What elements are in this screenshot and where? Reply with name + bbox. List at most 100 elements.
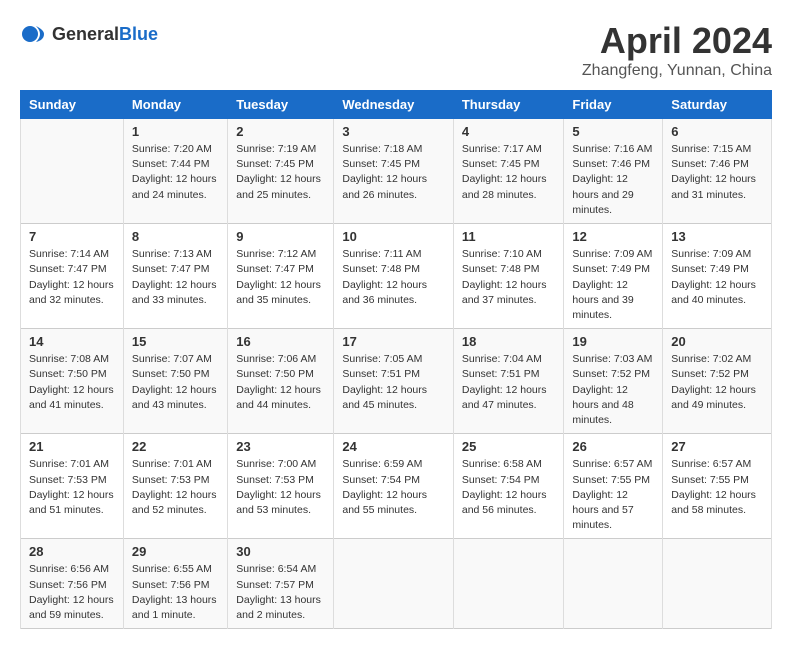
day-number: 8 — [132, 229, 219, 244]
calendar-cell: 21 Sunrise: 7:01 AMSunset: 7:53 PMDayligh… — [21, 434, 124, 539]
day-detail: Sunrise: 7:10 AMSunset: 7:48 PMDaylight:… — [462, 247, 556, 308]
title-area: April 2024 Zhangfeng, Yunnan, China — [582, 20, 772, 80]
day-number: 24 — [342, 439, 445, 454]
day-detail: Sunrise: 6:58 AMSunset: 7:54 PMDaylight:… — [462, 457, 556, 518]
day-detail: Sunrise: 7:08 AMSunset: 7:50 PMDaylight:… — [29, 352, 115, 413]
day-number: 18 — [462, 334, 556, 349]
day-detail: Sunrise: 7:15 AMSunset: 7:46 PMDaylight:… — [671, 142, 763, 203]
calendar-cell: 15 Sunrise: 7:07 AMSunset: 7:50 PMDayligh… — [123, 329, 227, 434]
day-number: 21 — [29, 439, 115, 454]
calendar-cell: 13Sunrise: 7:09 AMSunset: 7:49 PMDayligh… — [663, 224, 772, 329]
day-detail: Sunrise: 7:12 AMSunset: 7:47 PMDaylight:… — [236, 247, 325, 308]
week-row-2: 14 Sunrise: 7:08 AMSunset: 7:50 PMDayligh… — [21, 329, 772, 434]
day-detail: Sunrise: 6:54 AMSunset: 7:57 PMDaylight:… — [236, 562, 325, 623]
day-number: 11 — [462, 229, 556, 244]
day-number: 1 — [132, 124, 219, 139]
day-detail: Sunrise: 7:06 AMSunset: 7:50 PMDaylight:… — [236, 352, 325, 413]
calendar-cell: 20 Sunrise: 7:02 AMSunset: 7:52 PMDayligh… — [663, 329, 772, 434]
day-detail: Sunrise: 6:56 AMSunset: 7:56 PMDaylight:… — [29, 562, 115, 623]
day-detail: Sunrise: 6:59 AMSunset: 7:54 PMDaylight:… — [342, 457, 445, 518]
header-day-tuesday: Tuesday — [228, 91, 334, 119]
header-day-sunday: Sunday — [21, 91, 124, 119]
day-number: 15 — [132, 334, 219, 349]
day-detail: Sunrise: 6:55 AMSunset: 7:56 PMDaylight:… — [132, 562, 219, 623]
calendar-cell: 4 Sunrise: 7:17 AMSunset: 7:45 PMDaylight… — [453, 119, 564, 224]
page-header: GeneralBlue April 2024 Zhangfeng, Yunnan… — [20, 20, 772, 80]
day-detail: Sunrise: 7:03 AMSunset: 7:52 PMDaylight:… — [572, 352, 654, 428]
day-number: 14 — [29, 334, 115, 349]
day-detail: Sunrise: 7:02 AMSunset: 7:52 PMDaylight:… — [671, 352, 763, 413]
calendar-cell — [453, 539, 564, 629]
day-detail: Sunrise: 7:18 AMSunset: 7:45 PMDaylight:… — [342, 142, 445, 203]
week-row-1: 7 Sunrise: 7:14 AMSunset: 7:47 PMDaylight… — [21, 224, 772, 329]
calendar-cell: 10Sunrise: 7:11 AMSunset: 7:48 PMDayligh… — [334, 224, 454, 329]
day-detail: Sunrise: 7:07 AMSunset: 7:50 PMDaylight:… — [132, 352, 219, 413]
day-number: 29 — [132, 544, 219, 559]
calendar-cell: 27 Sunrise: 6:57 AMSunset: 7:55 PMDayligh… — [663, 434, 772, 539]
day-number: 7 — [29, 229, 115, 244]
header-day-wednesday: Wednesday — [334, 91, 454, 119]
calendar-cell: 30 Sunrise: 6:54 AMSunset: 7:57 PMDayligh… — [228, 539, 334, 629]
calendar-cell: 7 Sunrise: 7:14 AMSunset: 7:47 PMDaylight… — [21, 224, 124, 329]
day-number: 27 — [671, 439, 763, 454]
day-detail: Sunrise: 7:17 AMSunset: 7:45 PMDaylight:… — [462, 142, 556, 203]
day-detail: Sunrise: 7:16 AMSunset: 7:46 PMDaylight:… — [572, 142, 654, 218]
calendar-cell: 3Sunrise: 7:18 AMSunset: 7:45 PMDaylight… — [334, 119, 454, 224]
day-number: 19 — [572, 334, 654, 349]
day-number: 23 — [236, 439, 325, 454]
day-number: 6 — [671, 124, 763, 139]
calendar-cell: 24 Sunrise: 6:59 AMSunset: 7:54 PMDayligh… — [334, 434, 454, 539]
day-number: 2 — [236, 124, 325, 139]
day-number: 30 — [236, 544, 325, 559]
calendar-header-row: SundayMondayTuesdayWednesdayThursdayFrid… — [21, 91, 772, 119]
day-detail: Sunrise: 7:20 AMSunset: 7:44 PMDaylight:… — [132, 142, 219, 203]
calendar-cell: 14 Sunrise: 7:08 AMSunset: 7:50 PMDayligh… — [21, 329, 124, 434]
calendar-cell: 29 Sunrise: 6:55 AMSunset: 7:56 PMDayligh… — [123, 539, 227, 629]
day-number: 13 — [671, 229, 763, 244]
week-row-0: 1 Sunrise: 7:20 AMSunset: 7:44 PMDaylight… — [21, 119, 772, 224]
calendar-cell — [334, 539, 454, 629]
calendar-cell — [663, 539, 772, 629]
calendar-cell — [21, 119, 124, 224]
day-number: 20 — [671, 334, 763, 349]
calendar-table: SundayMondayTuesdayWednesdayThursdayFrid… — [20, 90, 772, 629]
day-detail: Sunrise: 6:57 AMSunset: 7:55 PMDaylight:… — [671, 457, 763, 518]
day-number: 16 — [236, 334, 325, 349]
calendar-cell: 11 Sunrise: 7:10 AMSunset: 7:48 PMDayligh… — [453, 224, 564, 329]
calendar-cell: 12Sunrise: 7:09 AMSunset: 7:49 PMDayligh… — [564, 224, 663, 329]
day-number: 17 — [342, 334, 445, 349]
calendar-cell: 19 Sunrise: 7:03 AMSunset: 7:52 PMDayligh… — [564, 329, 663, 434]
calendar-cell: 23Sunrise: 7:00 AMSunset: 7:53 PMDayligh… — [228, 434, 334, 539]
calendar-cell: 8Sunrise: 7:13 AMSunset: 7:47 PMDaylight… — [123, 224, 227, 329]
day-detail: Sunrise: 7:01 AMSunset: 7:53 PMDaylight:… — [29, 457, 115, 518]
week-row-3: 21 Sunrise: 7:01 AMSunset: 7:53 PMDayligh… — [21, 434, 772, 539]
logo-icon — [20, 20, 48, 48]
calendar-cell: 6 Sunrise: 7:15 AMSunset: 7:46 PMDaylight… — [663, 119, 772, 224]
day-number: 4 — [462, 124, 556, 139]
day-number: 28 — [29, 544, 115, 559]
day-number: 9 — [236, 229, 325, 244]
calendar-cell: 28 Sunrise: 6:56 AMSunset: 7:56 PMDayligh… — [21, 539, 124, 629]
day-detail: Sunrise: 7:19 AMSunset: 7:45 PMDaylight:… — [236, 142, 325, 203]
day-detail: Sunrise: 6:57 AMSunset: 7:55 PMDaylight:… — [572, 457, 654, 533]
week-row-4: 28 Sunrise: 6:56 AMSunset: 7:56 PMDayligh… — [21, 539, 772, 629]
calendar-cell: 2 Sunrise: 7:19 AMSunset: 7:45 PMDaylight… — [228, 119, 334, 224]
calendar-cell: 18 Sunrise: 7:04 AMSunset: 7:51 PMDayligh… — [453, 329, 564, 434]
calendar-cell: 1 Sunrise: 7:20 AMSunset: 7:44 PMDaylight… — [123, 119, 227, 224]
day-detail: Sunrise: 7:11 AMSunset: 7:48 PMDaylight:… — [342, 247, 445, 308]
calendar-cell: 25Sunrise: 6:58 AMSunset: 7:54 PMDayligh… — [453, 434, 564, 539]
day-number: 22 — [132, 439, 219, 454]
calendar-cell — [564, 539, 663, 629]
header-day-monday: Monday — [123, 91, 227, 119]
day-detail: Sunrise: 7:04 AMSunset: 7:51 PMDaylight:… — [462, 352, 556, 413]
day-detail: Sunrise: 7:14 AMSunset: 7:47 PMDaylight:… — [29, 247, 115, 308]
logo: GeneralBlue — [20, 20, 158, 48]
calendar-cell: 16 Sunrise: 7:06 AMSunset: 7:50 PMDayligh… — [228, 329, 334, 434]
calendar-cell: 9 Sunrise: 7:12 AMSunset: 7:47 PMDaylight… — [228, 224, 334, 329]
location-title: Zhangfeng, Yunnan, China — [582, 62, 772, 80]
logo-text-blue: Blue — [119, 24, 158, 44]
logo-text-general: General — [52, 24, 119, 44]
calendar-cell: 17Sunrise: 7:05 AMSunset: 7:51 PMDayligh… — [334, 329, 454, 434]
day-detail: Sunrise: 7:01 AMSunset: 7:53 PMDaylight:… — [132, 457, 219, 518]
calendar-cell: 22 Sunrise: 7:01 AMSunset: 7:53 PMDayligh… — [123, 434, 227, 539]
